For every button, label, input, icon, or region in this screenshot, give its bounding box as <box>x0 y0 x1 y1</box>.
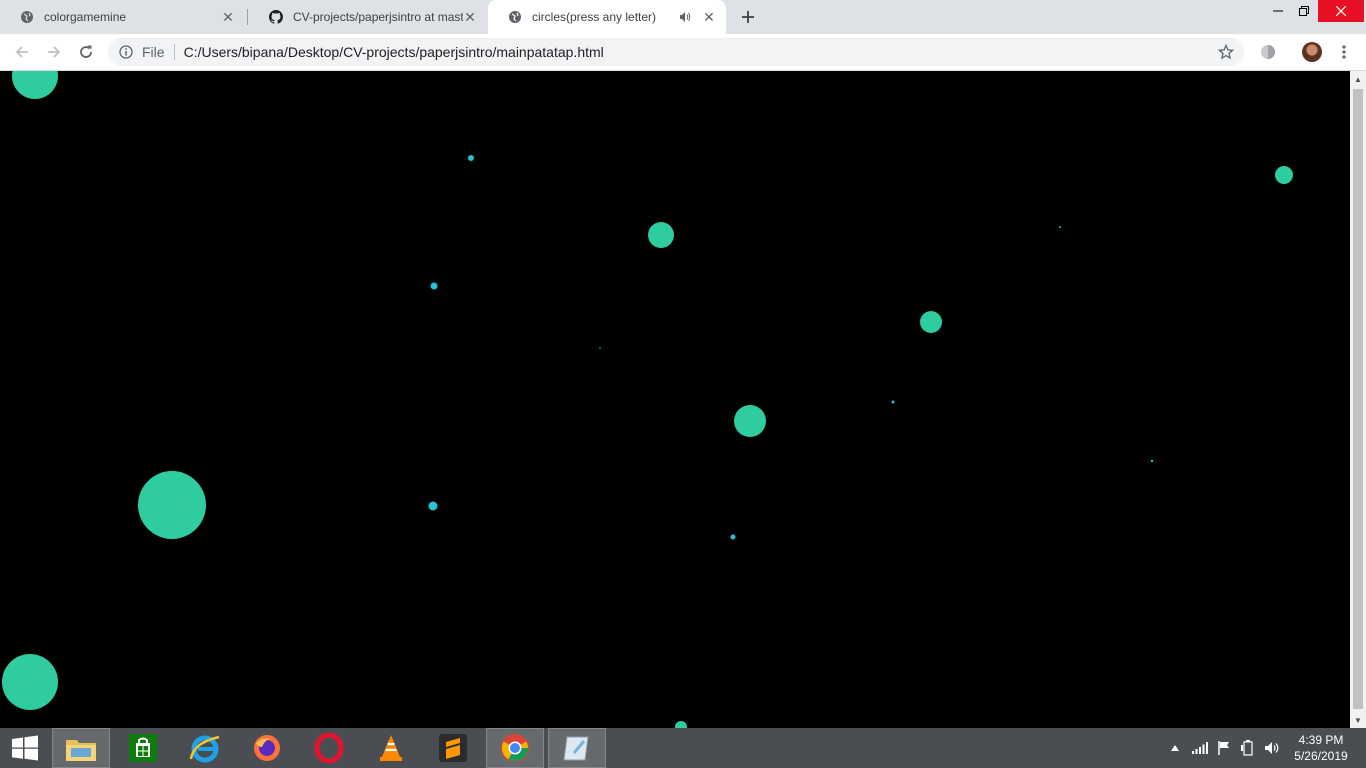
taskbar-sublime-text[interactable] <box>424 728 482 768</box>
circle <box>2 654 58 710</box>
extension-button[interactable] <box>1254 38 1282 66</box>
page-scrollbar[interactable]: ▲ ▼ <box>1350 71 1366 728</box>
minimize-icon <box>1273 10 1283 12</box>
forward-arrow-icon <box>48 46 61 58</box>
tab-cv-projects[interactable]: CV-projects/paperjsintro at mast ✕ <box>249 0 487 34</box>
scroll-down-icon[interactable]: ▼ <box>1350 712 1366 728</box>
taskbar-vlc[interactable] <box>362 728 420 768</box>
opera-icon <box>314 733 344 763</box>
tab-close-icon[interactable]: ✕ <box>702 10 716 24</box>
firefox-icon <box>254 735 280 761</box>
bookmark-star-icon[interactable] <box>1212 38 1240 66</box>
dot <box>891 400 895 404</box>
circle <box>675 721 687 728</box>
circle <box>920 311 942 333</box>
sublime-text-icon <box>439 734 467 762</box>
paint-icon <box>563 736 589 761</box>
reload-icon <box>80 45 92 58</box>
taskbar-paint[interactable] <box>548 728 606 768</box>
tray-show-hidden[interactable] <box>1168 728 1182 768</box>
restore-button[interactable] <box>1288 0 1320 22</box>
file-explorer-icon <box>66 740 96 761</box>
tab-title: circles(press any letter) <box>532 10 657 24</box>
windows-taskbar: 4:39 PM 5/26/2019 <box>0 728 1366 768</box>
page-canvas[interactable] <box>0 71 1350 728</box>
taskbar-internet-explorer[interactable] <box>176 728 234 768</box>
vlc-icon <box>380 735 402 761</box>
store-icon <box>129 734 157 762</box>
dot <box>430 282 438 290</box>
small-dots <box>428 155 1154 540</box>
browser-toolbar: File C:/Users/bipana/Desktop/CV-projects… <box>0 34 1366 71</box>
circle <box>648 222 674 248</box>
taskbar-chrome[interactable] <box>486 728 544 768</box>
scroll-up-icon[interactable]: ▲ <box>1350 71 1366 87</box>
info-icon[interactable] <box>119 45 133 59</box>
tray-volume[interactable] <box>1262 728 1282 768</box>
plus-icon <box>742 11 754 23</box>
clock-time: 4:39 PM <box>1298 733 1344 747</box>
tab-close-icon[interactable]: ✕ <box>463 10 477 24</box>
url-text[interactable]: C:/Users/bipana/Desktop/CV-projects/pape… <box>184 44 1212 60</box>
circles-canvas[interactable] <box>0 71 1350 728</box>
dot <box>428 501 438 511</box>
github-icon <box>269 10 283 24</box>
clock-date: 5/26/2019 <box>1294 749 1348 763</box>
dot <box>1059 226 1061 228</box>
tab-colorgamemine[interactable]: colorgamemine ✕ <box>0 0 245 34</box>
circle <box>138 471 206 539</box>
internet-explorer-icon <box>189 735 220 763</box>
profile-avatar[interactable] <box>1302 42 1322 62</box>
globe-icon <box>20 10 34 24</box>
close-window-button[interactable] <box>1318 0 1364 22</box>
speaker-icon[interactable] <box>678 10 692 24</box>
dot <box>468 155 474 161</box>
taskbar-clock[interactable]: 4:39 PM 5/26/2019 <box>1286 732 1356 764</box>
back-arrow-icon <box>15 46 28 58</box>
close-icon <box>1336 6 1346 16</box>
chrome-icon <box>501 734 529 762</box>
network-signal-icon <box>1192 742 1208 754</box>
forward-button[interactable] <box>40 38 68 66</box>
omnibox-divider <box>173 44 175 60</box>
circle <box>734 405 766 437</box>
dot <box>1150 459 1154 463</box>
tab-circles[interactable]: circles(press any letter) ✕ <box>488 0 726 34</box>
reload-button[interactable] <box>72 38 100 66</box>
taskbar-opera[interactable] <box>300 728 358 768</box>
tab-close-icon[interactable]: ✕ <box>221 10 235 24</box>
tray-battery[interactable] <box>1238 728 1258 768</box>
back-button[interactable] <box>8 38 36 66</box>
circle <box>12 71 58 99</box>
taskbar-store[interactable] <box>114 728 172 768</box>
new-tab-button[interactable] <box>736 5 760 29</box>
battery-plug-icon <box>1241 740 1253 756</box>
tray-action-center[interactable] <box>1214 728 1234 768</box>
circle <box>1275 166 1293 184</box>
extension-icon <box>1261 45 1275 59</box>
windows-start-icon <box>12 735 38 761</box>
restore-icon <box>1299 6 1309 16</box>
dot <box>599 347 601 349</box>
large-circles <box>2 71 1293 728</box>
flag-icon <box>1218 741 1229 755</box>
taskbar-file-explorer[interactable] <box>52 728 110 768</box>
speaker-icon <box>1265 742 1279 754</box>
tab-strip: colorgamemine ✕ CV-projects/paperjsintro… <box>0 0 1366 34</box>
taskbar-firefox[interactable] <box>238 728 296 768</box>
address-bar[interactable]: File C:/Users/bipana/Desktop/CV-projects… <box>108 38 1244 66</box>
dot <box>730 534 736 540</box>
url-scheme-label: File <box>142 44 165 60</box>
tab-title: CV-projects/paperjsintro at mast <box>293 10 463 24</box>
tray-network[interactable] <box>1190 728 1210 768</box>
scrollbar-thumb[interactable] <box>1353 89 1363 709</box>
globe-icon <box>508 10 522 24</box>
more-vert-icon <box>1342 45 1346 59</box>
tab-separator <box>247 9 248 25</box>
menu-button[interactable] <box>1330 38 1358 66</box>
tab-title: colorgamemine <box>44 10 127 24</box>
start-button[interactable] <box>0 728 50 768</box>
chevron-up-icon <box>1171 745 1179 751</box>
